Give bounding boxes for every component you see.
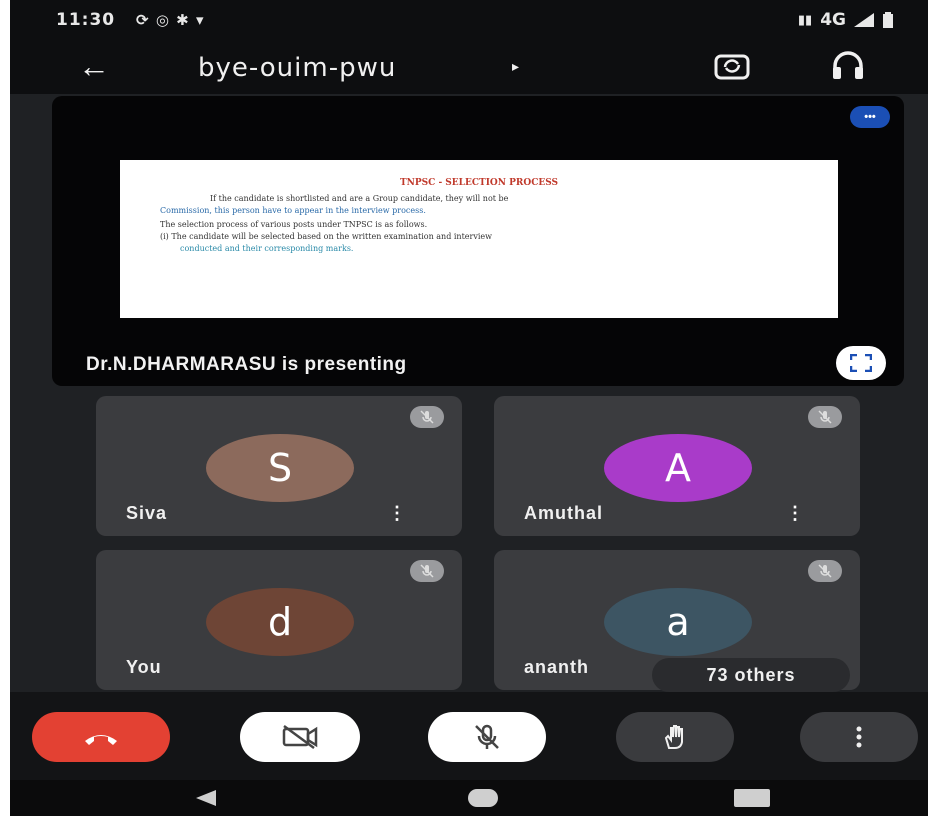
mic-toggle-button[interactable] [428,712,546,762]
system-navigation-bar [10,780,928,816]
slide-title: TNPSC - SELECTION PROCESS [399,178,559,188]
mic-muted-icon [808,560,842,582]
avatar: a [604,588,752,656]
call-controls [10,692,928,780]
more-options-button[interactable] [800,712,918,762]
speaking-indicator-icon: ••• [850,106,890,128]
participant-name: You [126,657,162,677]
battery-icon [883,12,893,28]
raise-hand-icon [664,725,683,749]
meeting-toolbar: ← bye-ouim-pwu ▸ [10,40,928,94]
fullscreen-icon [850,354,872,372]
raise-hand-button[interactable] [616,712,734,762]
phone-screen: 11:30 ⟳ ◎ ✱ ▾ ▮▮ 4G ← bye-ouim-pwu ▸ •••… [10,0,928,816]
switch-camera-icon[interactable] [712,48,752,84]
more-vert-icon[interactable]: ⋮ [388,503,406,524]
meeting-info-caret-icon[interactable]: ▸ [512,58,519,75]
mic-off-icon [475,724,499,749]
headphones-icon[interactable] [828,48,868,84]
participant-tile[interactable]: S Siva ⋮ [96,396,462,536]
mic-muted-icon [410,560,444,582]
avatar: d [206,588,354,656]
network-type: 4G [820,10,846,30]
nav-home-icon[interactable] [468,789,498,807]
others-count-chip[interactable]: 73 others [652,658,850,692]
slide-line: Commission, this person have to appear i… [160,206,426,215]
end-call-button[interactable] [32,712,170,762]
back-arrow-icon[interactable]: ← [78,48,110,84]
slide-line: conducted and their corresponding marks. [180,244,354,253]
slide-line: The selection process of various posts u… [160,220,428,229]
hang-up-icon [85,735,117,745]
slide-line: If the candidate is shortlisted and are … [210,194,509,203]
participant-name: Amuthal [524,503,603,523]
meeting-code[interactable]: bye-ouim-pwu [198,53,396,83]
status-bar: 11:30 ⟳ ◎ ✱ ▾ ▮▮ 4G [10,0,928,40]
camera-toggle-button[interactable] [240,712,360,762]
presenting-label: Dr.N.DHARMARASU is presenting [86,354,407,375]
participant-name: ananth [524,657,590,677]
status-time: 11:30 [56,10,116,30]
camera-off-icon [282,724,318,750]
avatar: A [604,434,752,502]
nav-back-icon[interactable] [196,790,216,806]
avatar: S [206,434,354,502]
mic-muted-icon [808,406,842,428]
shared-slide: TNPSC - SELECTION PROCESS If the candida… [120,160,838,318]
presentation-panel: ••• TNPSC - SELECTION PROCESS If the can… [52,96,904,386]
more-vert-icon[interactable]: ⋮ [786,503,804,524]
participant-name: Siva [126,503,168,523]
mic-muted-icon [410,406,444,428]
status-notification-icons: ⟳ ◎ ✱ ▾ [136,11,205,29]
slide-line: (i) The candidate will be selected based… [160,232,493,241]
status-right: ▮▮ 4G [798,10,894,30]
nav-recents-icon[interactable] [734,789,770,807]
fullscreen-button[interactable] [836,346,886,380]
participant-tile[interactable]: A Amuthal ⋮ [494,396,860,536]
signal-bars-icon: ▮▮ [797,12,813,28]
participant-tile[interactable]: d You [96,550,462,690]
status-left: 11:30 ⟳ ◎ ✱ ▾ [56,10,204,30]
cell-signal-icon [854,13,874,27]
more-vert-icon [856,726,862,748]
